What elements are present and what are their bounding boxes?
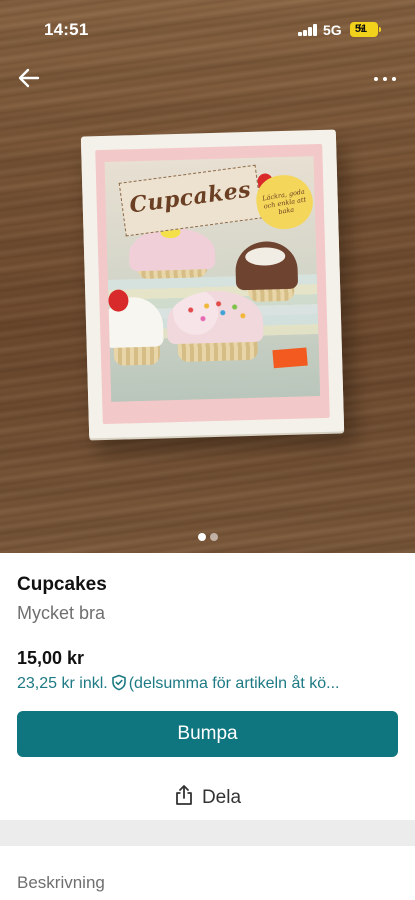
share-label: Dela — [201, 787, 242, 808]
signal-icon — [298, 24, 318, 36]
network-type: 5G — [323, 22, 342, 38]
book-title-label: Cupcakes — [118, 164, 263, 237]
charging-icon: ϟ — [358, 23, 364, 35]
pagination-dot[interactable] — [209, 533, 218, 541]
item-detail-screen: Cupcakes Läckra, goda och enkla att baka… — [0, 0, 415, 900]
book-title: Cupcakes — [127, 176, 253, 219]
status-bar: 14:51 5G 51 ϟ — [0, 0, 415, 60]
item-condition: Mycket bra — [17, 603, 106, 623]
battery-icon: 51 ϟ — [350, 22, 381, 37]
status-time: 14:51 — [44, 20, 89, 39]
price-sticker — [272, 347, 308, 369]
more-options-button[interactable] — [370, 68, 400, 88]
share-button[interactable]: Dela — [0, 783, 415, 813]
more-dots-icon — [374, 77, 378, 81]
item-photo[interactable]: Cupcakes Läckra, goda och enkla att baka — [0, 0, 415, 553]
item-price: 15,00 kr — [17, 648, 85, 668]
price-incl-amount: 23,25 kr inkl. — [17, 675, 108, 692]
share-icon — [176, 785, 192, 805]
book-cover-image: Cupcakes Läckra, goda och enkla att baka — [104, 156, 321, 402]
book-cover: Cupcakes Läckra, goda och enkla att baka — [80, 129, 345, 439]
price-incl-note: (delsumma för artikeln åt kö... — [128, 675, 340, 692]
description-heading: Beskrivning — [17, 873, 105, 892]
section-divider — [0, 820, 415, 846]
shield-icon — [111, 674, 126, 691]
back-button[interactable] — [16, 66, 44, 90]
book-subtitle-badge: Läckra, goda och enkla att baka — [252, 170, 317, 234]
book-subtitle: Läckra, goda och enkla att baka — [261, 187, 307, 217]
book-frame: Cupcakes Läckra, goda och enkla att baka — [95, 143, 330, 425]
arrow-left-icon — [18, 68, 40, 88]
price-incl-protection[interactable]: 23,25 kr inkl. (delsumma för artikeln åt … — [17, 674, 397, 693]
bump-button[interactable]: Bumpa — [17, 711, 398, 757]
item-title: Cupcakes — [17, 574, 107, 595]
photo-pagination — [0, 528, 415, 541]
share-content: Dela — [174, 783, 241, 813]
pagination-dot-active[interactable] — [197, 533, 206, 541]
